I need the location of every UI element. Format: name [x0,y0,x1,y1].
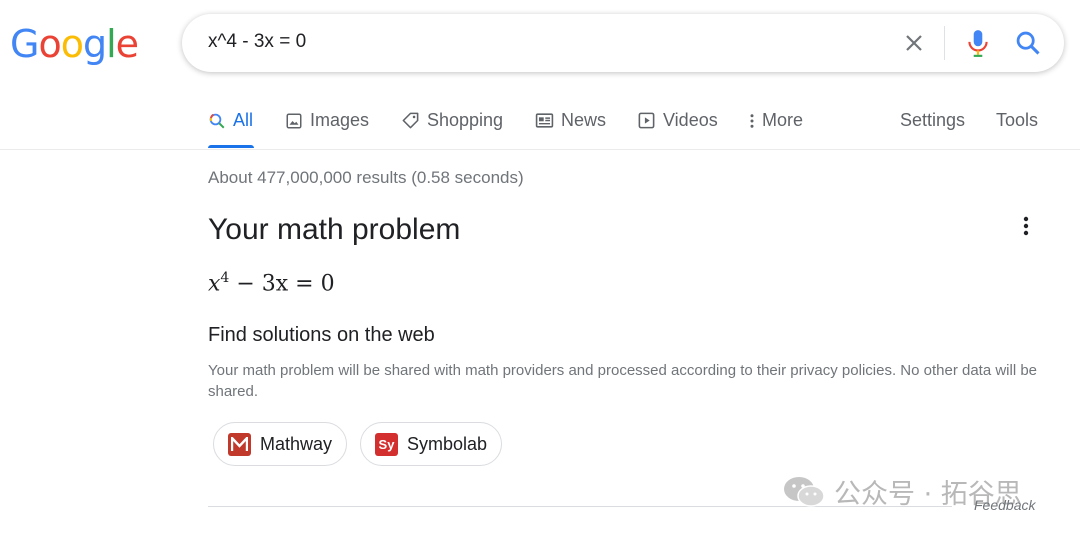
play-icon [638,112,655,129]
microphone-icon[interactable] [964,28,992,58]
symbolab-button[interactable]: Sy Symbolab [360,422,503,466]
equation-rest: − 3x = 0 [229,271,335,297]
tools-label: Tools [996,110,1039,130]
tab-label: More [762,110,804,130]
mathway-button[interactable]: Mathway [213,422,348,466]
tab-more[interactable]: More [746,110,803,131]
privacy-disclaimer: Your math problem will be shared with ma… [208,362,1038,400]
tabs-divider [0,149,1080,150]
more-options-icon[interactable] [1014,214,1038,238]
tab-label: Shopping [427,110,504,130]
tab-shopping[interactable]: Shopping [401,110,503,131]
math-equation: x4 − 3x = 0 [208,270,335,296]
tab-news[interactable]: News [535,110,606,131]
tag-icon [402,112,419,129]
tab-label: Videos [663,110,718,130]
equation-exponent: 4 [220,270,230,286]
kebab-icon [750,113,754,128]
tab-label: News [561,110,607,130]
image-icon [286,113,302,128]
result-stats: About 477,000,000 results (0.58 seconds) [208,168,524,187]
google-logo[interactable]: Google [10,22,139,66]
search-input[interactable]: x^4 - 3x = 0 [208,31,306,53]
logo-letter: g [82,22,107,66]
tab-videos[interactable]: Videos [637,110,718,131]
tools-link[interactable]: Tools [996,110,1038,131]
newspaper-icon [535,113,554,128]
settings-label: Settings [900,110,966,130]
tab-all[interactable]: All [208,110,253,131]
search-box[interactable]: x^4 - 3x = 0 [182,14,1064,72]
search-icon [209,113,225,128]
logo-letter: o [60,22,84,66]
logo-letter: o [38,22,61,66]
logo-letter: e [115,22,139,66]
card-title: Your math problem [208,213,461,246]
settings-link[interactable]: Settings [900,110,965,131]
equation-variable: x [208,271,221,297]
tab-label: Images [310,110,370,130]
tab-label: All [233,110,254,130]
search-divider [944,26,945,60]
clear-icon[interactable] [902,31,926,55]
provider-label: Symbolab [407,433,488,454]
active-tab-indicator [208,145,254,148]
logo-letter: G [10,22,39,66]
logo-letter: l [106,22,117,66]
mathway-logo-icon [228,432,251,456]
symbolab-logo-icon: Sy [375,432,398,456]
provider-label: Mathway [260,433,333,454]
feedback-link[interactable]: Feedback [974,497,1035,513]
search-icon[interactable] [1014,29,1042,57]
tab-images[interactable]: Images [285,110,369,131]
wechat-icon [784,476,825,507]
find-solutions-heading: Find solutions on the web [208,324,435,346]
search-tabs: All Images Shopping News Videos More Set… [0,100,1080,150]
